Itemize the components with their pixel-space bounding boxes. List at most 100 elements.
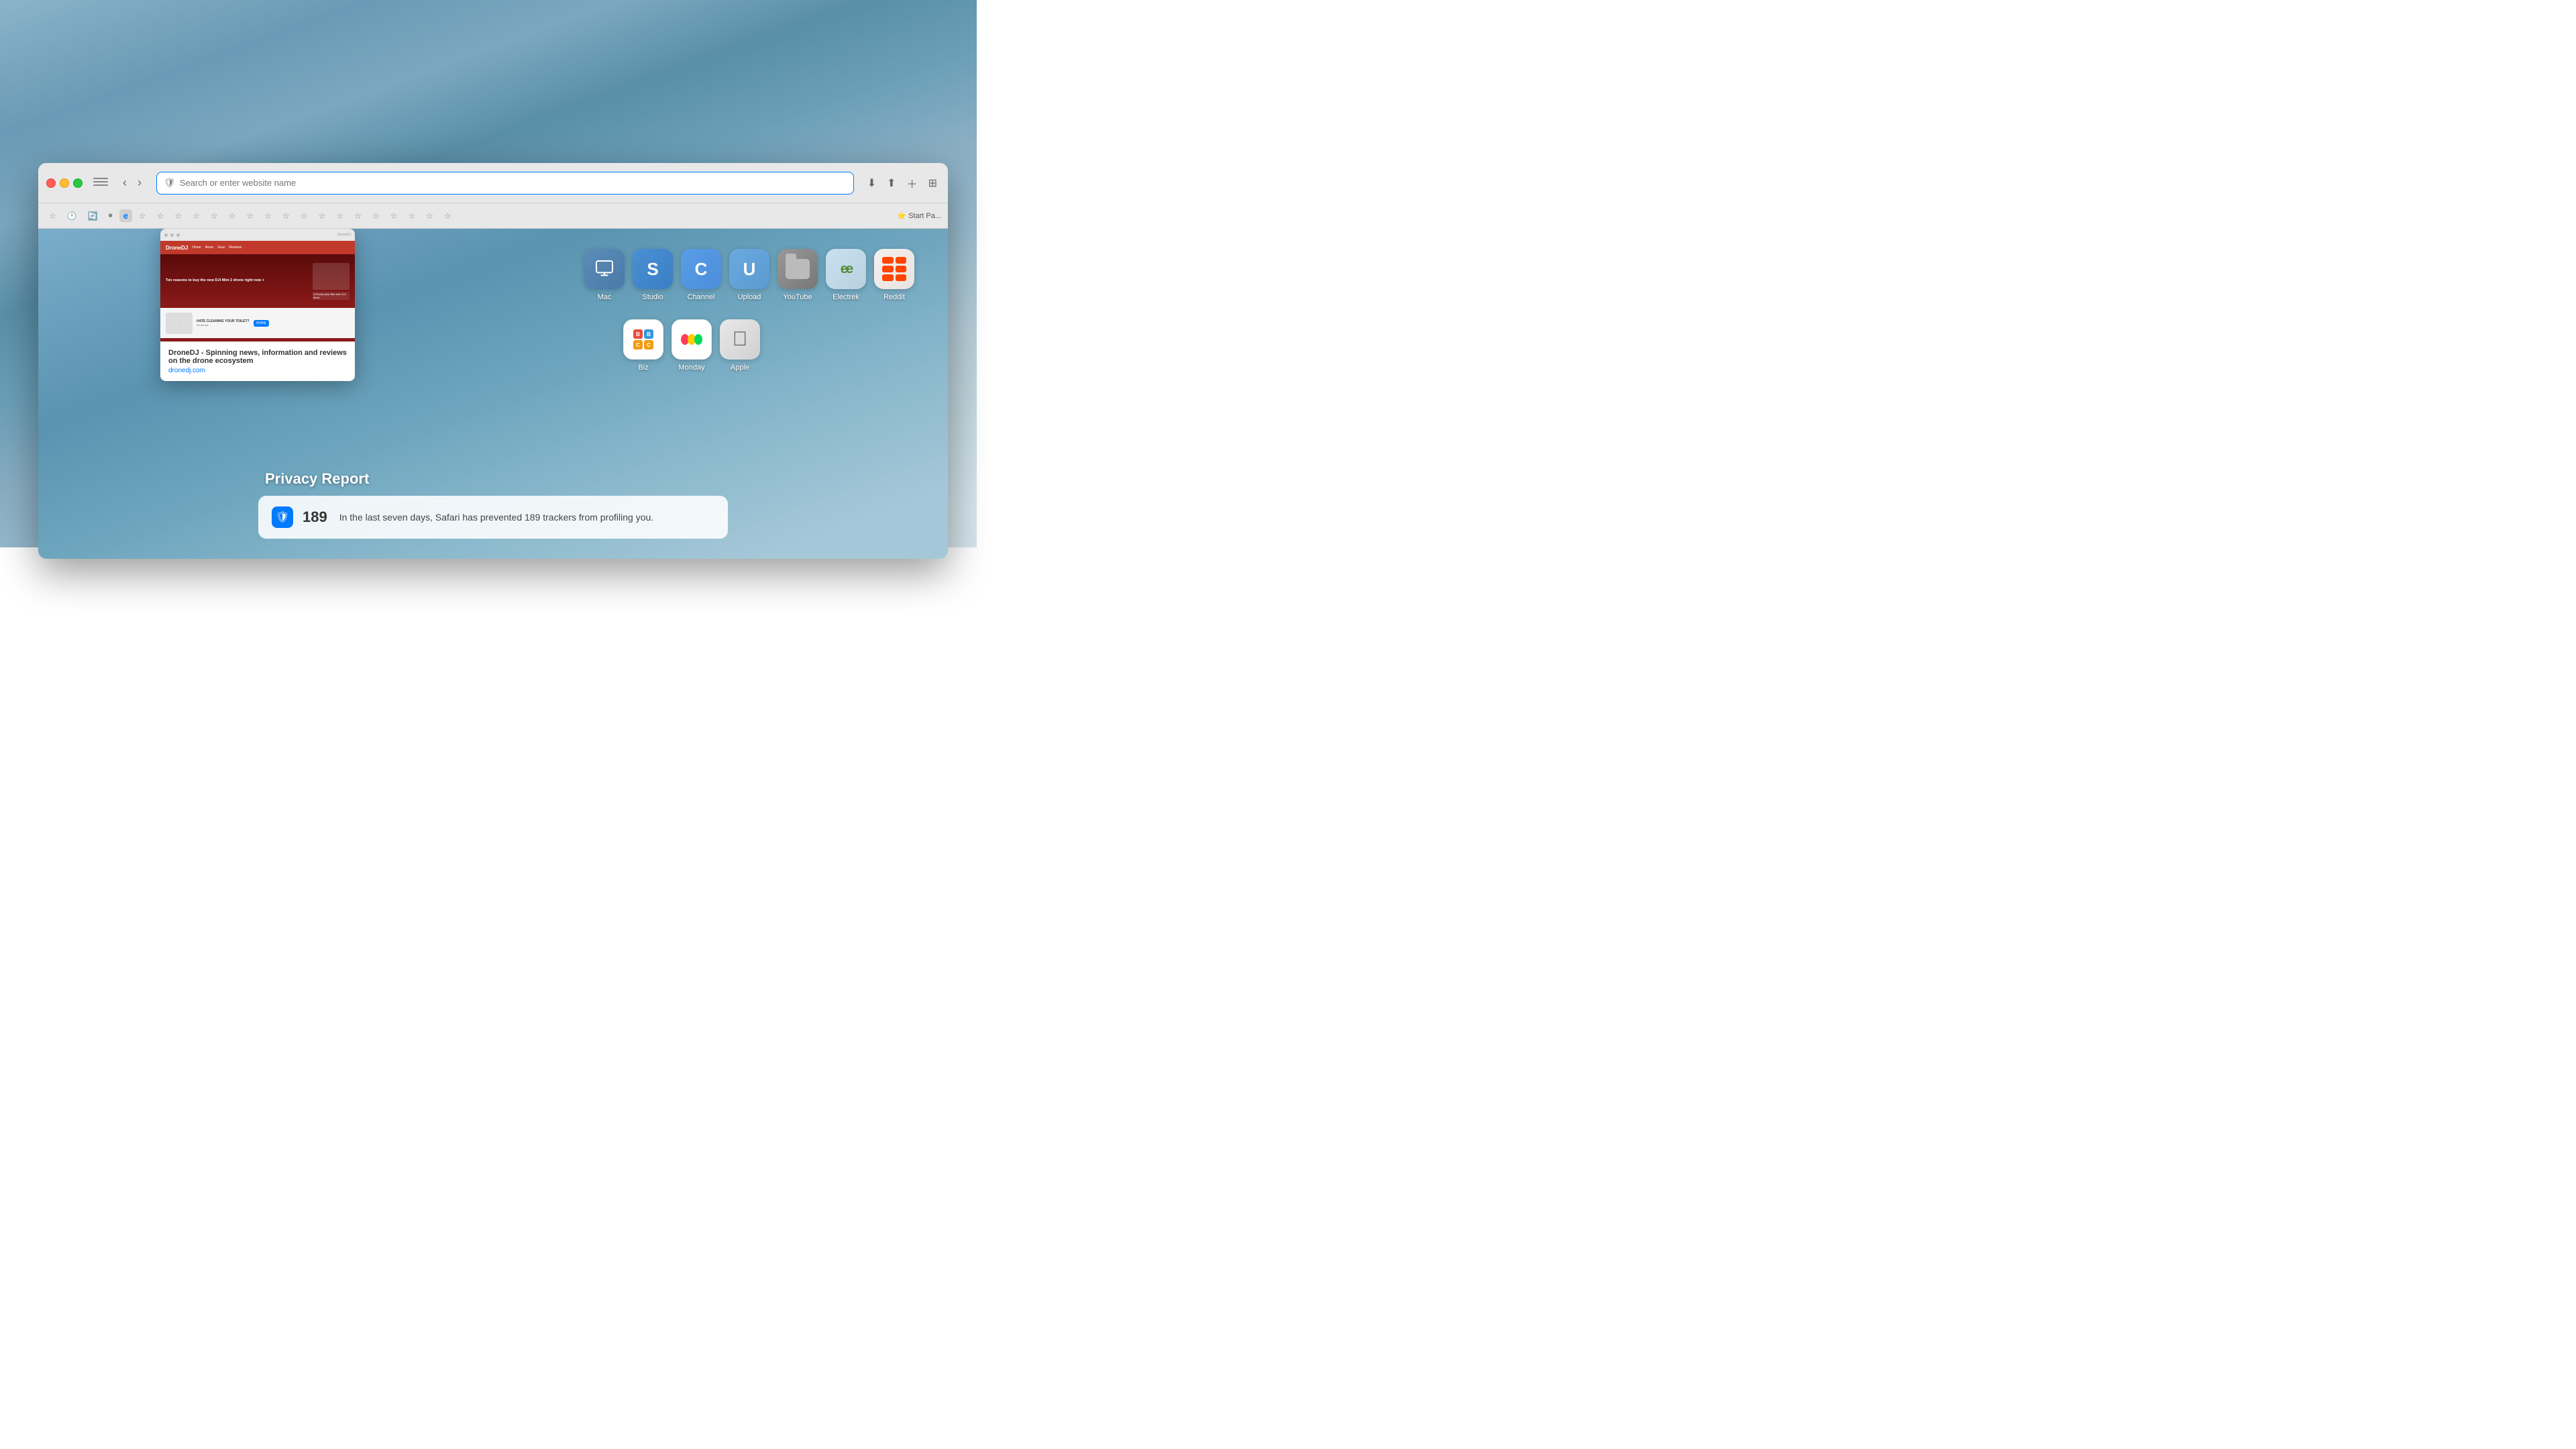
electrek-label: Electrek [833, 293, 859, 301]
favorite-apple[interactable]:  Apple [720, 319, 760, 372]
bookmark-item-15[interactable]: ☆ [315, 210, 330, 222]
favorite-electrek[interactable]: ee Electrek [826, 249, 866, 301]
favorite-youtube[interactable]: YouTube [777, 249, 818, 301]
maximize-button[interactable] [73, 178, 83, 188]
bookmark-item-6[interactable]: ☆ [153, 210, 168, 222]
preview-hero-section: Ten reasons to buy the new DJI Mini 2 dr… [160, 254, 355, 308]
preview-drone-img-1 [313, 263, 350, 290]
preview-logo: DroneDJ [166, 245, 188, 251]
preview-site-content: DroneDJ Home News Gear Reviews Ten reaso… [160, 241, 355, 341]
upload-label: Upload [738, 293, 761, 301]
bookmark-icon-0: ☆ [49, 211, 56, 221]
studio-label: Studio [642, 293, 663, 301]
bookmark-item-7[interactable]: ☆ [170, 210, 186, 222]
minimize-button[interactable] [60, 178, 69, 188]
preview-nav: DroneDJ Home News Gear Reviews [160, 241, 355, 254]
bookmark-item-17[interactable]: ☆ [350, 210, 366, 222]
bookmark-item-8[interactable]: ☆ [189, 210, 204, 222]
traffic-lights [46, 178, 83, 188]
favorite-mac[interactable]: Mac [584, 249, 625, 301]
bookmark-item-1[interactable]: 🕐 [63, 210, 81, 222]
privacy-tracker-count: 189 [303, 508, 327, 526]
browser-content: DroneDJ DroneDJ Home News Gear Reviews T… [38, 229, 948, 559]
bookmark-item-active[interactable]: e [119, 209, 132, 222]
browser-window: ‹ › 🛡 ⬇ ⬆ ＋ ⊞ ☆ 🕐 🔄 ⏺ [38, 163, 948, 559]
privacy-card: 🛡 189 In the last seven days, Safari has… [258, 496, 728, 539]
bookmark-item-10[interactable]: ☆ [225, 210, 240, 222]
mac-icon [584, 249, 625, 289]
nav-buttons: ‹ › [119, 173, 146, 193]
favorites-row1: Mac S Studio C Channel U U [584, 249, 914, 301]
sidebar-toggle-button[interactable] [93, 178, 108, 189]
preview-nav-item-3: Gear [217, 246, 225, 250]
downloads-button[interactable]: ⬇ [865, 174, 879, 193]
electrek-icon: ee [826, 249, 866, 289]
upload-icon: U [729, 249, 769, 289]
bookmark-item-13[interactable]: ☆ [278, 210, 294, 222]
tab-preview-popup: DroneDJ DroneDJ Home News Gear Reviews T… [160, 229, 355, 381]
bookmark-item-14[interactable]: ☆ [297, 210, 312, 222]
favorite-reddit[interactable]: Reddit [874, 249, 914, 301]
bookmark-icon-2: 🔄 [88, 211, 98, 221]
mac-label: Mac [598, 293, 612, 301]
youtube-icon [777, 249, 818, 289]
favorite-monday[interactable]: Monday [672, 319, 712, 372]
bookmark-item-20[interactable]: ☆ [404, 210, 419, 222]
start-page-link[interactable]: ⭐ Start Pa... [897, 211, 941, 220]
privacy-report-title: Privacy Report [258, 470, 728, 488]
preview-shine-button[interactable]: SHINE [254, 320, 269, 327]
toolbar-right: ⬇ ⬆ ＋ ⊞ [865, 172, 940, 194]
favorite-biz[interactable]: B B C C Biz [623, 319, 663, 372]
bookmark-item-5[interactable]: ☆ [135, 210, 150, 222]
e-icon: e [123, 211, 128, 221]
privacy-message: In the last seven days, Safari has preve… [339, 512, 653, 523]
apple-label: Apple [731, 364, 749, 372]
reddit-label: Reddit [883, 293, 905, 301]
channel-icon: C [681, 249, 721, 289]
bookmark-item-11[interactable]: ☆ [243, 210, 258, 222]
bookmark-item-0[interactable]: ☆ [45, 210, 60, 222]
bookmarks-bar: ☆ 🕐 🔄 ⏺ e ☆ ☆ ☆ ☆ ☆ ☆ ☆ ☆ ☆ ☆ ☆ ☆ ☆ ☆ ☆ … [38, 203, 948, 229]
preview-hero-text: Ten reasons to buy the new DJI Mini 2 dr… [166, 278, 307, 284]
favorite-upload[interactable]: U Upload [729, 249, 769, 301]
bookmark-item-16[interactable]: ☆ [332, 210, 347, 222]
bookmark-item-21[interactable]: ☆ [422, 210, 437, 222]
tab-preview-image: DroneDJ DroneDJ Home News Gear Reviews T… [160, 229, 355, 341]
studio-icon: S [633, 249, 673, 289]
preview-nav-item-1: Home [192, 246, 201, 250]
preview-shine-section: 🚽 HATE CLEANING YOUR TOILET? So did we. … [160, 308, 355, 338]
bookmark-item-3[interactable]: ⏺ [105, 209, 117, 222]
folder-shape [786, 259, 810, 279]
share-button[interactable]: ⬆ [884, 174, 898, 193]
bookmark-item-12[interactable]: ☆ [260, 210, 276, 222]
bookmark-item-2[interactable]: 🔄 [84, 210, 102, 222]
bookmark-item-18[interactable]: ☆ [368, 210, 384, 222]
preview-mini-header: DroneDJ [160, 229, 355, 241]
biz-label: Biz [638, 364, 648, 372]
bookmark-item-9[interactable]: ☆ [207, 210, 222, 222]
bookmark-item-19[interactable]: ☆ [386, 210, 402, 222]
apple-icon:  [720, 319, 760, 360]
biz-icon: B B C C [623, 319, 663, 360]
tabs-button[interactable]: ⊞ [926, 174, 940, 193]
bookmark-item-22[interactable]: ☆ [440, 210, 455, 222]
address-input[interactable] [180, 178, 847, 188]
address-bar[interactable]: 🛡 [156, 172, 854, 195]
preview-side-text: A Rookie pilot flies both DJI Minis [313, 292, 350, 300]
shield-icon: 🛡 [164, 177, 176, 189]
preview-shine-image: 🚽 [166, 313, 193, 334]
new-tab-button[interactable]: ＋ [904, 172, 920, 194]
monday-label: Monday [678, 364, 704, 372]
preview-shine-tagline: So did we. [197, 323, 250, 327]
bookmark-icon-3: ⏺ [109, 211, 113, 221]
channel-label: Channel [688, 293, 715, 301]
back-button[interactable]: ‹ [119, 173, 131, 193]
privacy-section: Privacy Report 🛡 189 In the last seven d… [258, 470, 728, 539]
favorite-channel[interactable]: C Channel [681, 249, 721, 301]
close-button[interactable] [46, 178, 56, 188]
forward-button[interactable]: › [133, 173, 146, 193]
favorite-studio[interactable]: S Studio [633, 249, 673, 301]
favorites-row2: B B C C Biz Monday [623, 319, 760, 372]
title-bar: ‹ › 🛡 ⬇ ⬆ ＋ ⊞ [38, 163, 948, 203]
youtube-label: YouTube [783, 293, 812, 301]
